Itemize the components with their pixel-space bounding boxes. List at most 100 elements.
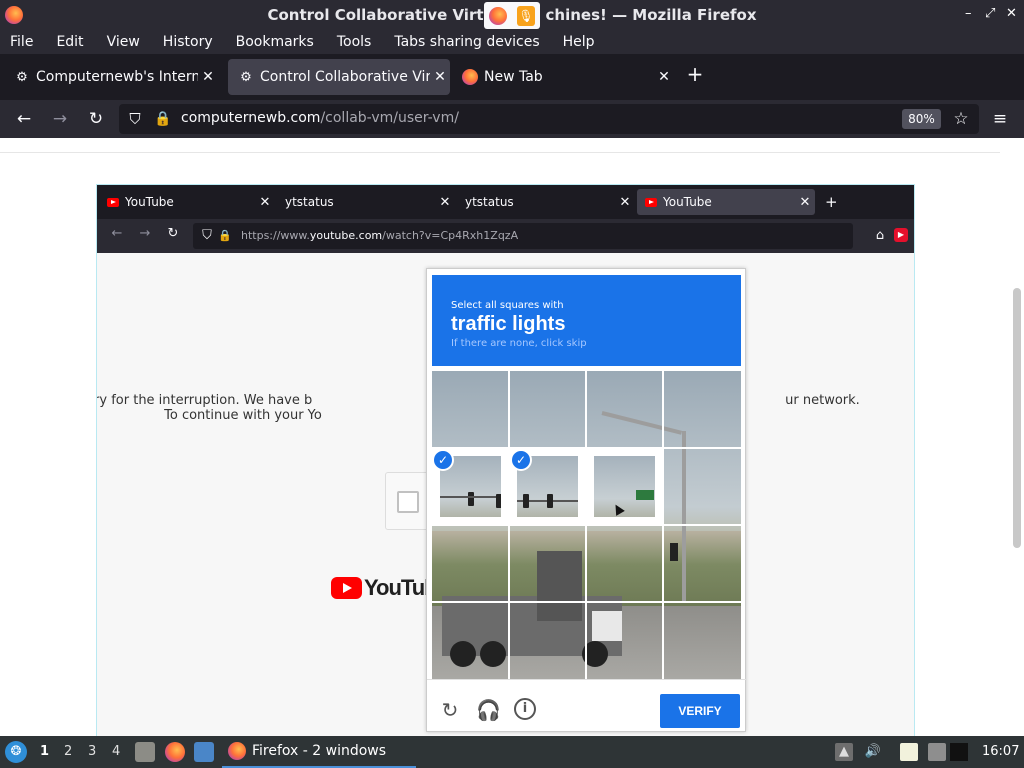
captcha-tile[interactable] — [586, 371, 663, 448]
recaptcha-checkbox[interactable] — [397, 491, 419, 513]
menu-bookmarks[interactable]: Bookmarks — [236, 34, 314, 50]
menu-view[interactable]: View — [107, 34, 140, 50]
vm-tab-youtube[interactable]: YouTube ✕ — [99, 189, 275, 215]
vm-tab-label: ytstatus — [465, 195, 514, 209]
captcha-tile[interactable] — [509, 602, 586, 679]
youtube-play-icon — [331, 577, 362, 599]
microphone-icon: 🎙 — [517, 5, 535, 26]
menu-tabs-sharing-devices[interactable]: Tabs sharing devices — [394, 34, 539, 50]
new-tab-plus-icon[interactable]: + — [684, 63, 706, 85]
menu-history[interactable]: History — [163, 34, 213, 50]
close-tab-icon[interactable]: ✕ — [198, 69, 218, 85]
captcha-tile[interactable] — [432, 525, 509, 602]
computernewb-icon: ⚙ — [16, 69, 28, 85]
close-tab-icon[interactable]: ✕ — [654, 69, 674, 85]
menu-tools[interactable]: Tools — [337, 34, 372, 50]
vm-tab-youtube-active[interactable]: YouTube ✕ — [637, 189, 815, 215]
close-window-button[interactable]: ✕ — [1006, 6, 1017, 21]
traffic-light — [523, 494, 529, 508]
vm-reload-icon[interactable]: ↻ — [165, 226, 181, 242]
vm-navigation-toolbar: ⛉ 🔒 https://www.youtube.com/watch?v=Cp4R… — [97, 219, 914, 253]
forward-arrow-icon[interactable]: → — [50, 109, 70, 129]
volume-icon[interactable]: 🔊 — [864, 743, 882, 761]
navigation-toolbar: ← → ↻ ⛉ 🔒 computernewb.com/collab-vm/use… — [0, 100, 1024, 138]
tab-control-collaborative[interactable]: ⚙ Control Collaborative Virtu ✕ — [228, 59, 450, 95]
vm-tab-label: ytstatus — [285, 195, 334, 209]
minimize-button[interactable]: – — [965, 6, 972, 21]
clipboard-icon[interactable] — [900, 743, 918, 761]
shield-icon[interactable]: ⛉ — [125, 109, 145, 129]
reload-icon[interactable]: ↻ — [438, 698, 462, 722]
lock-icon[interactable]: 🔒 — [153, 109, 173, 129]
captcha-tile[interactable] — [432, 602, 509, 679]
menu-edit[interactable]: Edit — [56, 34, 83, 50]
menu-help[interactable]: Help — [563, 34, 595, 50]
home-icon[interactable]: ⌂ — [872, 228, 888, 244]
sharing-indicator[interactable]: 🎙 — [484, 2, 540, 29]
taskbar: ❂ 1 2 3 4 Firefox - 2 windows ▲ 🔊 16:07 — [0, 736, 1024, 768]
taskbar-firefox-task[interactable]: Firefox - 2 windows — [222, 736, 416, 768]
captcha-tile[interactable] — [432, 371, 509, 448]
window-titlebar: Control Collaborative Virt chines! — Mozi… — [0, 0, 1024, 30]
captcha-tile-pressed[interactable] — [586, 448, 663, 525]
file-manager-icon[interactable] — [135, 742, 155, 762]
close-tab-icon[interactable]: ✕ — [435, 195, 455, 210]
tile-image — [594, 456, 655, 517]
captcha-tile[interactable] — [663, 602, 740, 679]
bookmark-star-icon[interactable]: ☆ — [951, 109, 971, 129]
workspace-4[interactable]: 4 — [112, 744, 120, 759]
vm-back-arrow-icon[interactable]: ← — [109, 226, 125, 242]
info-icon[interactable]: i — [514, 698, 536, 720]
maximize-button[interactable]: ⤢ — [985, 6, 995, 21]
challenge-image-grid — [432, 371, 741, 679]
captcha-tile[interactable] — [509, 525, 586, 602]
captcha-tile[interactable] — [663, 525, 740, 602]
captcha-tile[interactable] — [663, 448, 740, 525]
youtube-extension-icon[interactable]: ▶ — [894, 228, 908, 242]
workspace-2[interactable]: 2 — [64, 744, 72, 759]
vm-url-bar[interactable]: ⛉ 🔒 https://www.youtube.com/watch?v=Cp4R… — [193, 223, 853, 249]
hamburger-menu-icon[interactable]: ≡ — [990, 109, 1010, 129]
close-tab-icon[interactable]: ✕ — [255, 195, 275, 210]
traffic-light — [468, 492, 474, 506]
captcha-tile[interactable] — [663, 371, 740, 448]
page-scrollbar[interactable] — [1013, 288, 1021, 548]
workspace-3[interactable]: 3 — [88, 744, 96, 759]
challenge-hint: If there are none, click skip — [451, 338, 587, 349]
traffic-light — [496, 494, 501, 508]
vm-url-text[interactable]: https://www.youtube.com/watch?v=Cp4Rxh1Z… — [241, 229, 518, 242]
url-text[interactable]: computernewb.com/collab-vm/user-vm/ — [181, 110, 459, 126]
captcha-tile[interactable] — [586, 525, 663, 602]
tab-new-tab[interactable]: New Tab ✕ — [452, 59, 674, 95]
close-tab-icon[interactable]: ✕ — [430, 69, 450, 85]
verify-button[interactable]: VERIFY — [660, 694, 740, 728]
vm-forward-arrow-icon[interactable]: → — [137, 226, 153, 242]
tab-computernewb[interactable]: ⚙ Computernewb's Internet ✕ — [4, 59, 218, 95]
tray-notification-icon[interactable]: ▲ — [835, 743, 853, 761]
workspace-1[interactable]: 1 — [40, 744, 49, 759]
firefox-launcher-icon[interactable] — [165, 742, 185, 762]
street-sign — [636, 490, 654, 500]
challenge-instruction: Select all squares with — [451, 300, 564, 311]
back-arrow-icon[interactable]: ← — [14, 109, 34, 129]
menu-file[interactable]: File — [10, 34, 33, 50]
start-menu-icon[interactable]: ❂ — [5, 741, 27, 763]
tray-app-icon[interactable] — [950, 743, 968, 761]
display-icon[interactable] — [928, 743, 946, 761]
audio-challenge-headphones-icon[interactable]: 🎧 — [476, 698, 501, 722]
vm-tab-ytstatus[interactable]: ytstatus ✕ — [277, 189, 455, 215]
reload-icon[interactable]: ↻ — [86, 109, 106, 129]
desktop-icon[interactable] — [194, 742, 214, 762]
checkmark-icon: ✓ — [510, 449, 532, 471]
vm-tab-strip: YouTube ✕ ytstatus ✕ ytstatus ✕ YouTube … — [97, 185, 914, 219]
url-bar[interactable]: ⛉ 🔒 computernewb.com/collab-vm/user-vm/ … — [119, 104, 979, 134]
captcha-tile[interactable] — [586, 602, 663, 679]
zoom-level-badge[interactable]: 80% — [902, 109, 941, 129]
captcha-tile[interactable] — [509, 371, 586, 448]
vm-tab-ytstatus[interactable]: ytstatus ✕ — [457, 189, 635, 215]
challenge-target: traffic lights — [451, 313, 566, 335]
close-tab-icon[interactable]: ✕ — [615, 195, 635, 210]
close-tab-icon[interactable]: ✕ — [795, 195, 815, 210]
vm-new-tab-plus-icon[interactable]: + — [819, 189, 845, 215]
firefox-icon — [228, 742, 246, 760]
